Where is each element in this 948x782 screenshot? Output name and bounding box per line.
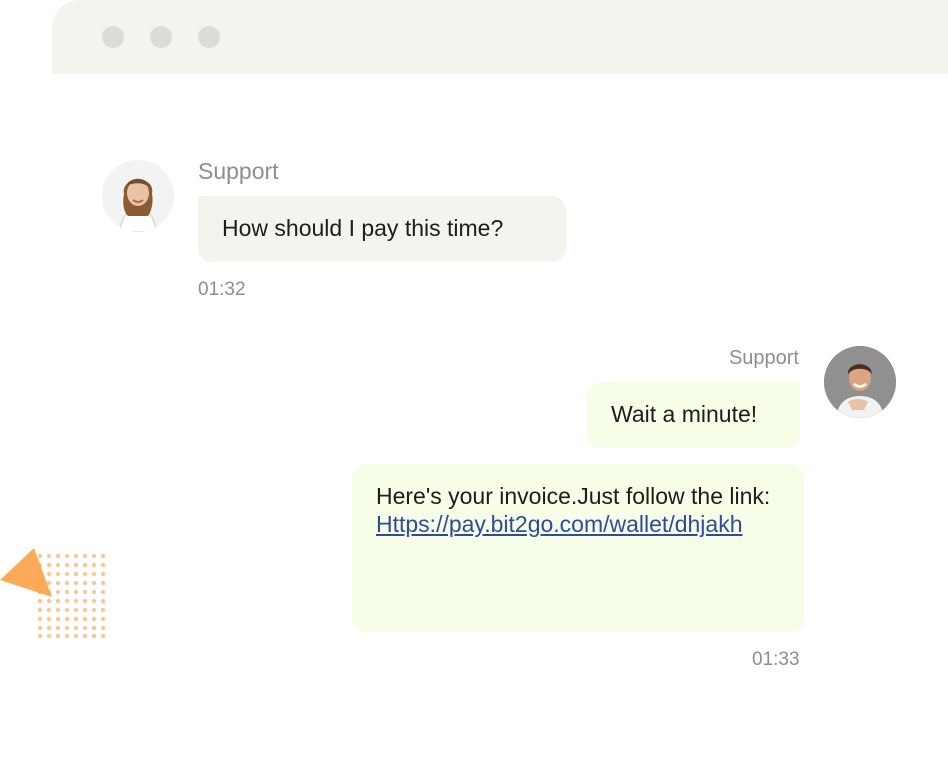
message-text: Here's your invoice.Just follow the link… [376, 483, 771, 509]
chat-window [52, 0, 948, 782]
support-agent-avatar[interactable] [102, 160, 174, 232]
window-control-dot[interactable] [150, 26, 172, 48]
message-sender-name: Support [198, 158, 279, 184]
man-avatar-icon [824, 346, 896, 418]
customer-avatar[interactable] [824, 346, 896, 418]
message-text: How should I pay this time? [222, 215, 504, 241]
window-control-dot[interactable] [102, 26, 124, 48]
message-timestamp: 01:32 [198, 279, 246, 300]
window-title-bar [52, 0, 948, 74]
message-text: Wait a minute! [611, 401, 758, 427]
invoice-link[interactable]: Https://pay.bit2go.com/wallet/dhjakh [376, 510, 756, 538]
incoming-message-bubble[interactable]: How should I pay this time? [198, 196, 566, 262]
outgoing-message-bubble[interactable]: Wait a minute! [587, 382, 800, 448]
window-control-dot[interactable] [198, 26, 220, 48]
woman-avatar-icon [102, 160, 174, 232]
chat-screen: Support How should I pay this time? 01:3… [0, 0, 948, 782]
message-timestamp: 01:33 [752, 649, 800, 670]
decorative-dots-triangle-icon [0, 548, 106, 639]
message-sender-name: Support [728, 347, 799, 369]
outgoing-message-bubble[interactable]: Here's your invoice.Just follow the link… [352, 464, 804, 632]
